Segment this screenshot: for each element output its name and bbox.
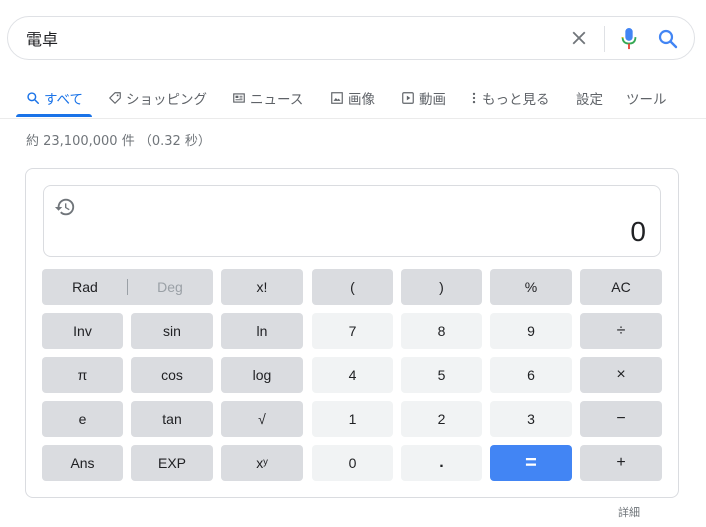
- tab-tools[interactable]: ツール: [626, 86, 667, 110]
- search-icon: [27, 92, 39, 104]
- digit-2-key[interactable]: 2: [401, 401, 482, 437]
- percent-key[interactable]: %: [490, 269, 572, 305]
- multiply-key[interactable]: ×: [580, 357, 662, 393]
- sin-key[interactable]: sin: [131, 313, 213, 349]
- details-link[interactable]: 詳細: [618, 504, 640, 520]
- voice-search-button[interactable]: [618, 26, 640, 52]
- open-paren-key[interactable]: (: [312, 269, 393, 305]
- power-key[interactable]: xʸ: [221, 445, 303, 481]
- video-icon: [402, 92, 414, 104]
- history-button[interactable]: [54, 196, 76, 218]
- rad-key[interactable]: Rad: [42, 269, 128, 305]
- digit-0-key[interactable]: 0: [312, 445, 393, 481]
- tab-label: 設定: [576, 92, 603, 108]
- tab-news[interactable]: ニュース: [232, 86, 303, 110]
- equals-key[interactable]: =: [490, 445, 572, 481]
- rad-deg-toggle[interactable]: Rad Deg: [42, 269, 213, 305]
- tab-shopping[interactable]: ショッピング: [108, 86, 207, 110]
- tab-label: すべて: [44, 92, 84, 108]
- digit-5-key[interactable]: 5: [401, 357, 482, 393]
- search-bar: [7, 16, 695, 60]
- plus-key[interactable]: +: [580, 445, 662, 481]
- search-tabs: すべて ショッピング ニュース 画像 動画 もっと見る 設定 ツール: [0, 78, 706, 119]
- search-icon: [658, 29, 678, 49]
- tab-more[interactable]: もっと見る: [470, 86, 550, 110]
- result-stats: 約 23,100,000 件 （0.32 秒）: [26, 134, 211, 149]
- deg-key[interactable]: Deg: [128, 269, 212, 305]
- calculator-display: 0: [43, 185, 661, 257]
- tab-videos[interactable]: 動画: [401, 86, 446, 110]
- display-value: 0: [630, 216, 646, 247]
- tab-label: もっと見る: [482, 92, 550, 108]
- decimal-key[interactable]: .: [401, 445, 482, 481]
- digit-4-key[interactable]: 4: [312, 357, 393, 393]
- tab-label: ショッピング: [126, 92, 207, 108]
- e-key[interactable]: e: [42, 401, 123, 437]
- clear-search-button[interactable]: [568, 27, 590, 49]
- minus-key[interactable]: −: [580, 401, 662, 437]
- close-icon: [572, 31, 586, 45]
- tab-label: 動画: [419, 92, 446, 108]
- log-key[interactable]: log: [221, 357, 303, 393]
- tab-label: ニュース: [250, 92, 304, 108]
- active-tab-indicator: [16, 114, 92, 117]
- all-clear-key[interactable]: AC: [580, 269, 662, 305]
- factorial-key[interactable]: x!: [221, 269, 303, 305]
- digit-6-key[interactable]: 6: [490, 357, 572, 393]
- tan-key[interactable]: tan: [131, 401, 213, 437]
- tab-all[interactable]: すべて: [26, 86, 83, 110]
- ln-key[interactable]: ln: [221, 313, 303, 349]
- tab-images[interactable]: 画像: [330, 86, 375, 110]
- news-icon: [233, 93, 245, 103]
- inv-key[interactable]: Inv: [42, 313, 123, 349]
- digit-3-key[interactable]: 3: [490, 401, 572, 437]
- microphone-icon: [621, 28, 637, 50]
- digit-1-key[interactable]: 1: [312, 401, 393, 437]
- search-input[interactable]: [26, 27, 546, 49]
- digit-7-key[interactable]: 7: [312, 313, 393, 349]
- close-paren-key[interactable]: ): [401, 269, 482, 305]
- search-divider: [604, 26, 605, 52]
- tab-label: ツール: [626, 92, 667, 108]
- exp-key[interactable]: EXP: [131, 445, 213, 481]
- tab-settings[interactable]: 設定: [576, 86, 603, 110]
- digit-8-key[interactable]: 8: [401, 313, 482, 349]
- divide-key[interactable]: ÷: [580, 313, 662, 349]
- image-icon: [331, 92, 343, 104]
- pi-key[interactable]: π: [42, 357, 123, 393]
- ans-key[interactable]: Ans: [42, 445, 123, 481]
- history-icon: [54, 198, 75, 216]
- digit-9-key[interactable]: 9: [490, 313, 572, 349]
- search-button[interactable]: [656, 27, 680, 51]
- tag-icon: [109, 92, 121, 104]
- sqrt-key[interactable]: √: [221, 401, 303, 437]
- more-vert-icon: [472, 92, 476, 104]
- cos-key[interactable]: cos: [131, 357, 213, 393]
- tab-label: 画像: [348, 92, 375, 108]
- calculator-card: 0 Rad Deg x! ( ) % AC Inv sin ln 7 8 9 ÷…: [25, 168, 679, 498]
